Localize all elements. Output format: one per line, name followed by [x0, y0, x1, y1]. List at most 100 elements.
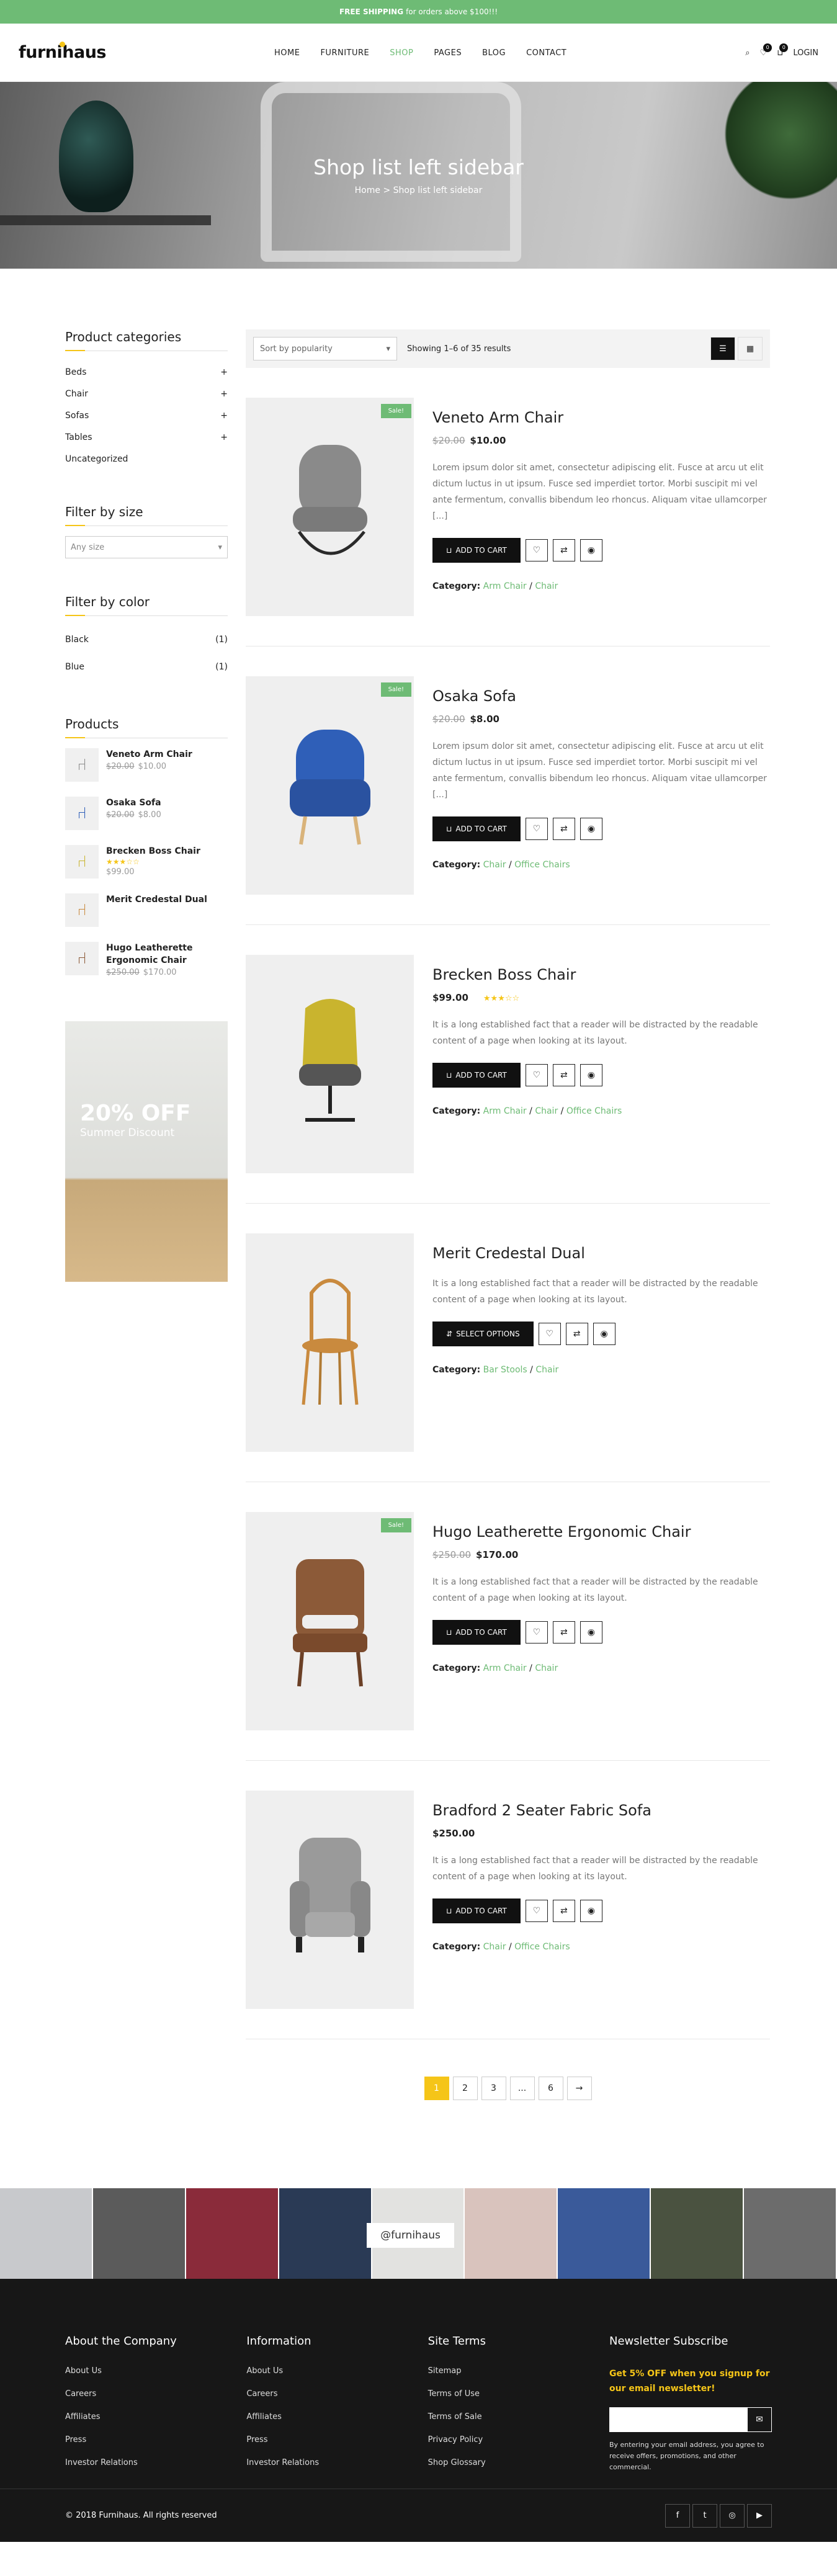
footer-link[interactable]: Privacy Policy: [428, 2435, 609, 2444]
wishlist-icon[interactable]: ♡ 0: [760, 43, 772, 58]
color-filter-blue[interactable]: Blue (1): [65, 653, 228, 681]
category-link[interactable]: Chair: [483, 1942, 506, 1952]
category-link[interactable]: Office Chairs: [566, 1106, 622, 1116]
compare-icon[interactable]: ⇄: [552, 1621, 575, 1644]
wishlist-icon[interactable]: ♡: [525, 1064, 548, 1086]
instagram-photo[interactable]: [92, 2188, 186, 2279]
wishlist-icon[interactable]: ♡: [525, 1621, 548, 1644]
login-link[interactable]: LOGIN: [793, 48, 818, 58]
select-options-button[interactable]: ⇵ SELECT OPTIONS: [432, 1322, 534, 1346]
instagram-icon[interactable]: ◎: [720, 2503, 745, 2528]
product-name[interactable]: Bradford 2 Seater Fabric Sofa: [432, 1802, 770, 1819]
page-3[interactable]: 3: [481, 2077, 506, 2100]
quick-view-icon[interactable]: ◉: [580, 1900, 602, 1922]
search-icon[interactable]: ⌕: [745, 48, 750, 58]
cart-icon[interactable]: ⊔ 0: [777, 43, 789, 58]
breadcrumb-home[interactable]: Home: [355, 186, 380, 195]
quick-view-icon[interactable]: ◉: [580, 539, 602, 561]
grid-view-icon[interactable]: ▦: [738, 337, 763, 360]
widget-product-name[interactable]: Veneto Arm Chair: [106, 748, 192, 761]
product-image[interactable]: Sale!: [246, 1512, 414, 1730]
page-1[interactable]: 1: [424, 2077, 449, 2100]
category-link[interactable]: Chair: [535, 1663, 558, 1673]
category-item-tables[interactable]: Tables +: [65, 426, 228, 448]
product-thumbnail[interactable]: ⑁: [65, 893, 99, 927]
category-item-beds[interactable]: Beds +: [65, 361, 228, 383]
wishlist-icon[interactable]: ♡: [538, 1323, 561, 1345]
instagram-photo[interactable]: [0, 2188, 93, 2279]
instagram-photo[interactable]: [186, 2188, 279, 2279]
page-2[interactable]: 2: [452, 2077, 478, 2100]
footer-link[interactable]: About Us: [65, 2366, 246, 2376]
widget-product-name[interactable]: Brecken Boss Chair: [106, 845, 200, 857]
logo[interactable]: furnihaus: [19, 42, 107, 62]
instagram-photo[interactable]: [744, 2188, 837, 2279]
footer-link[interactable]: Investor Relations: [65, 2458, 246, 2467]
widget-product[interactable]: ⑁ Brecken Boss Chair ★★★☆☆ $99.00: [65, 845, 228, 893]
expand-icon[interactable]: +: [220, 411, 228, 421]
product-image[interactable]: [246, 1233, 414, 1452]
mail-icon[interactable]: ✉: [746, 2407, 772, 2432]
nav-pages[interactable]: PAGES: [434, 48, 462, 58]
category-link[interactable]: Office Chairs: [514, 1942, 570, 1952]
compare-icon[interactable]: ⇄: [552, 1900, 575, 1922]
widget-product[interactable]: ⑁ Merit Credestal Dual: [65, 893, 228, 942]
instagram-photo[interactable]: [651, 2188, 745, 2279]
instagram-photo[interactable]: [279, 2188, 372, 2279]
add-to-cart-button[interactable]: ⊔ ADD TO CART: [432, 1063, 521, 1088]
footer-link[interactable]: Terms of Use: [428, 2389, 609, 2399]
sort-select[interactable]: Sort by popularity ▾: [253, 337, 397, 360]
add-to-cart-button[interactable]: ⊔ ADD TO CART: [432, 1620, 521, 1645]
footer-link[interactable]: Terms of Sale: [428, 2412, 609, 2422]
next-page-arrow-icon[interactable]: →: [566, 2077, 592, 2100]
page-6[interactable]: 6: [538, 2077, 563, 2100]
footer-link[interactable]: Affiliates: [65, 2412, 246, 2422]
widget-product-name[interactable]: Merit Credestal Dual: [106, 893, 207, 906]
add-to-cart-button[interactable]: ⊔ ADD TO CART: [432, 1898, 521, 1923]
product-image[interactable]: [246, 955, 414, 1173]
widget-product[interactable]: ⑁ Osaka Sofa $20.00 $8.00: [65, 797, 228, 845]
product-thumbnail[interactable]: ⑁: [65, 845, 99, 879]
footer-link[interactable]: Press: [246, 2435, 427, 2444]
product-thumbnail[interactable]: ⑁: [65, 797, 99, 830]
color-label[interactable]: Black: [65, 635, 89, 645]
footer-link[interactable]: Careers: [246, 2389, 427, 2399]
widget-product-name[interactable]: Hugo Leatherette Ergonomic Chair: [106, 942, 228, 967]
category-link[interactable]: Arm Chair: [483, 1663, 527, 1673]
category-label[interactable]: Tables: [65, 432, 92, 442]
color-label[interactable]: Blue: [65, 662, 84, 672]
nav-blog[interactable]: BLOG: [482, 48, 506, 58]
category-label[interactable]: Sofas: [65, 411, 89, 421]
expand-icon[interactable]: +: [220, 432, 228, 442]
category-link[interactable]: Chair: [535, 581, 558, 591]
product-name[interactable]: Brecken Boss Chair: [432, 966, 770, 983]
email-input[interactable]: [609, 2407, 747, 2432]
category-label[interactable]: Uncategorized: [65, 454, 128, 464]
category-item-sofas[interactable]: Sofas +: [65, 405, 228, 426]
quick-view-icon[interactable]: ◉: [593, 1323, 615, 1345]
compare-icon[interactable]: ⇄: [552, 539, 575, 561]
add-to-cart-button[interactable]: ⊔ ADD TO CART: [432, 816, 521, 841]
footer-link[interactable]: About Us: [246, 2366, 427, 2376]
instagram-photo[interactable]: [465, 2188, 558, 2279]
category-label[interactable]: Chair: [65, 389, 88, 399]
quick-view-icon[interactable]: ◉: [580, 1621, 602, 1644]
category-link[interactable]: Bar Stools: [483, 1365, 527, 1375]
footer-link[interactable]: Careers: [65, 2389, 246, 2399]
category-link[interactable]: Chair: [535, 1106, 558, 1116]
compare-icon[interactable]: ⇄: [552, 818, 575, 840]
instagram-photo[interactable]: [558, 2188, 651, 2279]
list-view-icon[interactable]: ☰: [710, 337, 735, 360]
wishlist-icon[interactable]: ♡: [525, 1900, 548, 1922]
category-label[interactable]: Beds: [65, 367, 86, 377]
nav-contact[interactable]: CONTACT: [526, 48, 566, 58]
add-to-cart-button[interactable]: ⊔ ADD TO CART: [432, 538, 521, 563]
category-link[interactable]: Chair: [483, 860, 506, 870]
nav-furniture[interactable]: FURNITURE: [320, 48, 369, 58]
product-image[interactable]: Sale!: [246, 676, 414, 895]
quick-view-icon[interactable]: ◉: [580, 1064, 602, 1086]
compare-icon[interactable]: ⇄: [552, 1064, 575, 1086]
product-thumbnail[interactable]: ⑁: [65, 942, 99, 975]
category-link[interactable]: Office Chairs: [514, 860, 570, 870]
compare-icon[interactable]: ⇄: [565, 1323, 588, 1345]
